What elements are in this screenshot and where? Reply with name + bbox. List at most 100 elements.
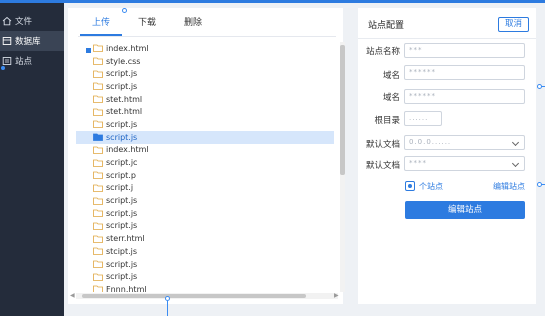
scroll-right-icon[interactable]: ▶ [334,292,339,299]
tree-row[interactable]: script.js [76,270,334,283]
folder-icon [93,120,103,129]
sidebar-item-label: 数据库 [15,37,41,47]
home-icon [2,16,12,26]
tree-row[interactable]: stcipt.js [76,245,334,258]
file-name: index.html [106,43,149,53]
sidebar-item-database[interactable]: 数据库 [0,31,64,51]
domain-label-2: 域名 [382,93,400,103]
domain-input-2[interactable]: ****** [404,89,525,104]
site-checkbox-label: 个站点 [419,182,443,191]
folder-icon [93,285,103,292]
folder-icon [93,146,103,154]
panel-title: 站点配置 [368,21,405,31]
file-name: stet.html [106,94,143,104]
file-name: script.js [106,208,138,218]
file-name: script.p [106,170,136,180]
tree-row[interactable]: Fnnn.html [76,283,334,292]
resize-handle-top[interactable] [122,8,127,13]
file-name: script.jc [106,158,138,168]
tree-row[interactable]: index.html [76,42,334,55]
tree-row[interactable]: script.js [76,258,334,271]
domain-input[interactable]: ****** [404,65,525,80]
folder-icon [93,108,103,116]
file-name: Fnnn.html [106,284,147,292]
folder-icon [93,44,103,53]
folder-icon [93,95,103,103]
site-name-label: 站点名称 [365,47,400,57]
database-icon [2,36,12,46]
tab-delete[interactable]: 删除 [170,12,216,34]
tree-row[interactable]: style.css [76,55,334,68]
resize-handle-right-top-line [541,86,545,87]
site-config-panel: 站点配置 取消 站点名称 *** 域名 ****** 域名 ****** 根目录… [358,8,536,304]
file-name: sterr.html [106,234,145,244]
folder-icon [93,197,103,205]
panel-divider [358,38,536,39]
file-name: script.js [106,196,138,206]
folder-icon [93,82,103,91]
tree-row[interactable]: index.html [76,144,334,157]
tree-row[interactable]: sterr.html [76,232,334,245]
tree-row[interactable]: stet.html [76,105,334,118]
folder-icon [93,247,103,256]
tab-divider [78,36,336,37]
site-checkbox[interactable] [405,181,415,191]
site-name-input[interactable]: *** [404,43,525,58]
default-doc-select-2[interactable]: **** [404,156,525,171]
default-doc-label: 默认文档 [365,140,400,150]
resize-handle-right-bottom-line [541,184,545,185]
folder-icon [93,260,103,268]
default-doc-label-2: 默认文档 [365,161,400,171]
file-name: index.html [106,145,149,155]
folder-icon [93,133,103,142]
folder-icon [93,159,103,167]
folder-icon [93,70,103,78]
tab-download[interactable]: 下载 [124,12,170,34]
tree-row[interactable]: script.js [76,194,334,207]
file-name: script.js [106,272,138,282]
default-doc-select[interactable]: 0.0.0...... [404,135,525,150]
tree-row[interactable]: script.js [76,207,334,220]
file-tree: index.html style.css script.js script.js ste… [76,42,334,292]
sidebar-item-files[interactable]: 文件 [0,11,64,31]
file-name: script.js [106,259,138,269]
tree-row[interactable]: stet.html [76,93,334,106]
tree-row[interactable]: script.p [76,169,334,182]
tree-row-selected[interactable]: script.js [76,130,334,144]
resize-handle-bottom-line [167,301,168,316]
root-dir-input[interactable]: ...... [404,111,442,126]
file-name: script.js [106,119,138,129]
tree-row[interactable]: script.j [76,182,334,195]
vertical-scroll-thumb[interactable] [340,45,345,175]
tree-row[interactable]: script.js [76,220,334,233]
file-name: script.js [106,81,138,91]
tree-row[interactable]: script.js [76,118,334,131]
collapse-icon[interactable] [86,46,91,53]
site-icon [2,56,12,66]
sidebar-item-label: 站点 [15,57,33,67]
sidebar-item-label: 文件 [15,17,33,27]
tree-row[interactable]: script.js [76,80,334,93]
vertical-scrollbar[interactable] [340,42,345,292]
folder-icon [93,57,103,65]
file-name: script.js [106,221,138,231]
horizontal-scroll-thumb[interactable] [82,294,306,298]
file-name: stcipt.js [106,246,138,256]
checkbox-dot-icon [408,184,412,188]
tab-upload[interactable]: 上传 [78,12,124,36]
file-name: stet.html [106,107,143,117]
edit-site-button[interactable]: 编辑站点 [405,201,525,219]
scroll-left-icon[interactable]: ◀ [70,292,75,299]
sidebar-indicator-dot [1,66,5,70]
cancel-button[interactable]: 取消 [498,17,529,32]
file-name: script.js [106,69,138,79]
domain-label: 域名 [382,71,400,81]
sidebar-item-sites[interactable]: 站点 [0,51,64,71]
horizontal-scrollbar[interactable] [76,293,338,299]
file-name: style.css [106,56,141,66]
tree-row[interactable]: script.js [76,67,334,80]
edit-site-link[interactable]: 编辑站点 [493,181,525,192]
root-dir-label: 根目录 [374,116,400,126]
tree-row[interactable]: script.jc [76,156,334,169]
folder-icon [93,273,103,281]
